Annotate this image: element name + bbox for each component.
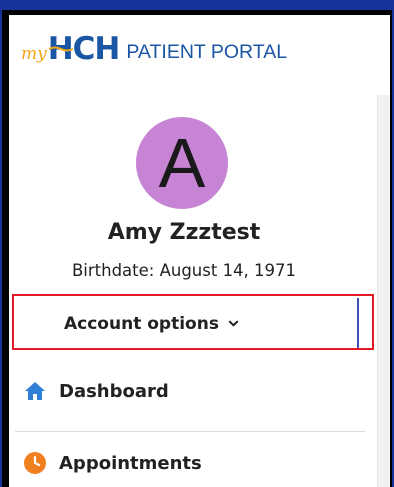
sidebar-panel: my HCH PATIENT PORTAL A Amy Zzztest Birt… bbox=[9, 15, 390, 487]
clock-icon bbox=[23, 451, 47, 475]
logo-hch: HCH bbox=[48, 34, 121, 65]
nav-divider bbox=[15, 431, 365, 432]
user-name: Amy Zzztest bbox=[107, 220, 261, 245]
brand-logo[interactable]: my HCH PATIENT PORTAL bbox=[21, 34, 288, 65]
nav-item-label: Dashboard bbox=[59, 380, 169, 402]
logo-wave-icon bbox=[48, 46, 73, 52]
user-birthdate: Birthdate: August 14, 1971 bbox=[71, 261, 297, 280]
account-options-label: Account options bbox=[64, 313, 219, 334]
chevron-down-icon bbox=[228, 320, 239, 327]
logo-my: my bbox=[21, 44, 47, 64]
avatar: A bbox=[136, 117, 228, 209]
scrollbar-track[interactable] bbox=[377, 95, 390, 487]
home-icon bbox=[23, 379, 47, 403]
avatar-initial: A bbox=[158, 124, 206, 202]
nav-item-dashboard[interactable]: Dashboard bbox=[23, 379, 169, 403]
account-options-button[interactable]: Account options bbox=[12, 298, 359, 349]
logo-portal-text: PATIENT PORTAL bbox=[126, 40, 288, 63]
nav-item-label: Appointments bbox=[59, 452, 202, 474]
nav-item-appointments[interactable]: Appointments bbox=[23, 451, 202, 475]
